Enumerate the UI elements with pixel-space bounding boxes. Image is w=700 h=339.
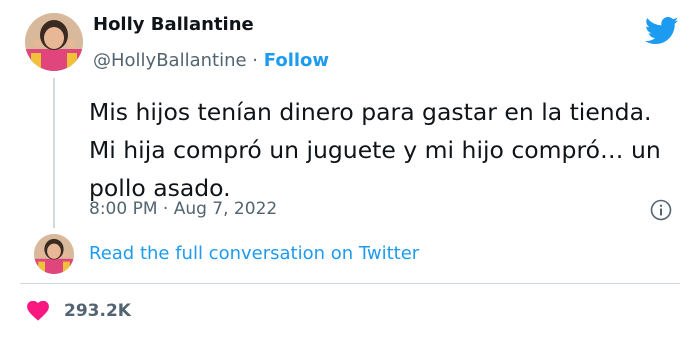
handle-separator: ·	[252, 50, 259, 71]
reply-avatar[interactable]	[34, 234, 74, 274]
twitter-bird-icon[interactable]	[645, 16, 679, 46]
tweet-line: Mis hijos tenían dinero para gastar en l…	[89, 98, 652, 126]
author-handle-row: @HollyBallantine · Follow	[93, 50, 329, 71]
tweet-text: Mis hijos tenían dinero para gastar en l…	[89, 93, 679, 207]
follow-button[interactable]: Follow	[264, 50, 329, 71]
tweet-timestamp[interactable]: 8:00 PM · Aug 7, 2022	[89, 199, 277, 219]
tweet-line: Mi hija compró un juguete y mi hijo comp…	[89, 136, 661, 164]
like-count[interactable]: 293.2K	[64, 301, 131, 321]
author-name[interactable]: Holly Ballantine	[93, 14, 254, 35]
heart-icon[interactable]	[27, 301, 49, 321]
thread-line	[53, 78, 55, 228]
divider	[20, 283, 680, 284]
author-avatar[interactable]	[25, 13, 83, 71]
author-handle[interactable]: @HollyBallantine	[93, 50, 247, 71]
read-conversation-link[interactable]: Read the full conversation on Twitter	[89, 243, 419, 264]
info-icon[interactable]	[650, 199, 672, 221]
